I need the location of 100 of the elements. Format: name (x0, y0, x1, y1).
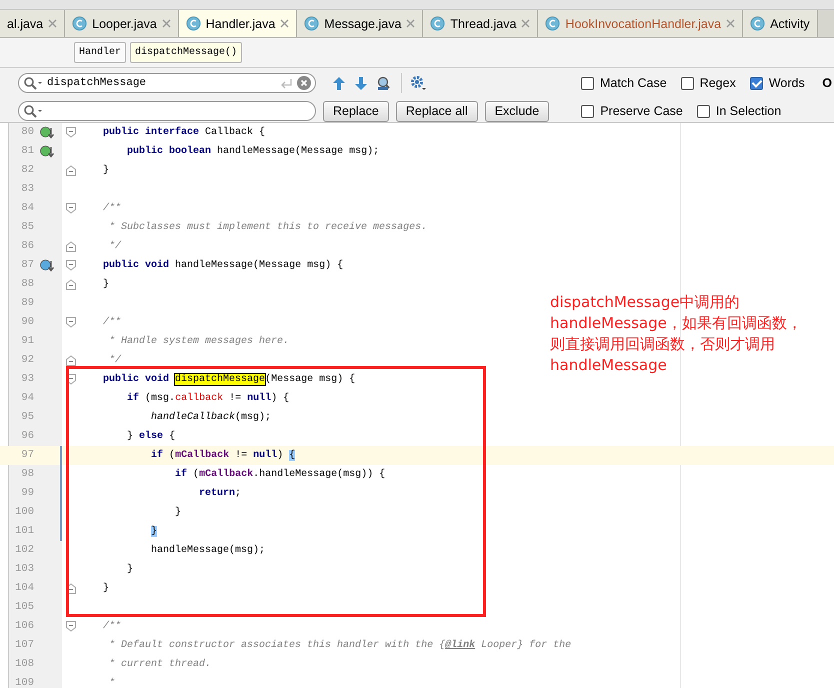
checkbox[interactable] (581, 104, 594, 118)
replace-field[interactable] (18, 101, 316, 121)
line-number: 99 (20, 486, 34, 501)
fold-icon[interactable] (66, 127, 76, 138)
option-label: O (822, 76, 832, 90)
code-line: * current thread. (108, 658, 212, 672)
editor-tab[interactable]: Handler.java (178, 10, 298, 37)
annotation-text: dispatchMessage中调用的 handleMessage，如果有回调函数， 则直接调用回调函数，否则才调用 handleMessage (550, 292, 802, 376)
code-line: if (mCallback != null) { (150, 448, 296, 463)
fold-icon[interactable] (66, 355, 76, 366)
exclude-button[interactable]: Exclude (484, 100, 550, 122)
class-icon (750, 16, 766, 31)
line-number: 103 (14, 562, 34, 577)
code-line: } (102, 164, 110, 178)
line-number: 109 (14, 676, 34, 688)
line-number: 86 (20, 239, 34, 254)
breadcrumb-item[interactable]: dispatchMessage() (130, 42, 242, 63)
line-number: 107 (14, 638, 34, 653)
line-number: 84 (20, 201, 34, 216)
code-line: * (108, 676, 116, 688)
close-icon[interactable] (48, 19, 58, 28)
replace-button[interactable]: Replace (323, 100, 389, 122)
close-icon[interactable] (521, 19, 530, 28)
code-line: } (102, 582, 110, 596)
editor-tab[interactable]: al.java (0, 10, 66, 37)
class-icon (186, 16, 201, 31)
code-line: handleMessage(msg); (150, 544, 266, 558)
arrow-up-icon[interactable] (332, 76, 346, 90)
editor-tab[interactable]: Thread.java (423, 10, 538, 37)
class-icon (72, 16, 88, 31)
editor-tab[interactable]: Message.java (297, 10, 424, 37)
line-number: 83 (20, 182, 34, 197)
fold-icon[interactable] (66, 279, 76, 290)
replace-all-button[interactable]: Replace all (396, 100, 478, 122)
option-label[interactable]: In Selection (716, 104, 782, 118)
class-icon (304, 16, 320, 31)
code-line: if (mCallback.handleMessage(msg)) { (174, 468, 386, 482)
search-field[interactable]: dispatchMessage (18, 73, 316, 93)
fold-icon[interactable] (66, 203, 76, 214)
code-line: } (174, 506, 182, 520)
option-label[interactable]: Preserve Case (600, 104, 683, 118)
close-icon[interactable] (162, 19, 171, 28)
code-line: public void dispatchMessage(Message msg) { (102, 372, 356, 387)
option-label[interactable]: Regex (700, 76, 736, 90)
line-number: 108 (14, 657, 34, 672)
code-line: /** (102, 202, 122, 216)
line-number: 101 (14, 524, 34, 539)
close-icon[interactable] (406, 19, 416, 28)
line-number: 95 (20, 410, 34, 425)
code-line: */ (108, 354, 122, 368)
search-icon[interactable] (23, 104, 43, 118)
clear-icon[interactable] (297, 76, 311, 90)
line-number: 80 (20, 125, 34, 140)
line-number: 97 (20, 448, 34, 463)
code-line: } (126, 562, 134, 577)
checkbox[interactable] (750, 76, 763, 90)
editor-tab[interactable]: Looper.java (65, 10, 179, 37)
line-number: 105 (14, 600, 34, 615)
line-number: 91 (20, 334, 34, 349)
fold-icon[interactable] (66, 241, 76, 252)
line-number: 106 (14, 619, 34, 634)
code-line: public boolean handleMessage(Message msg); (126, 144, 380, 159)
gear-icon[interactable] (410, 75, 427, 91)
line-number: 104 (14, 581, 34, 596)
close-icon[interactable] (280, 19, 290, 28)
class-icon (430, 16, 446, 31)
code-line: public void handleMessage(Message msg) { (102, 258, 344, 273)
editor-tab[interactable]: HookInvocationHandler.java (538, 10, 744, 37)
fold-icon[interactable] (66, 621, 76, 632)
fold-icon[interactable] (66, 317, 76, 328)
code-line: if (msg.callback != null) { (126, 392, 290, 406)
search-icon[interactable] (23, 76, 43, 90)
option-label[interactable]: Words (768, 76, 805, 90)
fold-icon[interactable] (66, 260, 76, 271)
line-number: 98 (20, 467, 34, 482)
code-line: handleCallback(msg); (150, 410, 272, 425)
line-number: 88 (20, 277, 34, 292)
arrow-down-icon[interactable] (354, 76, 368, 90)
code-line: return; (198, 487, 242, 501)
class-icon (545, 16, 560, 31)
code-line: */ (108, 240, 122, 254)
code-line: * Subclasses must implement this to receive messages. (108, 220, 428, 235)
editor-tab[interactable]: Activity (743, 10, 818, 37)
checkbox[interactable] (680, 76, 694, 90)
enter-icon (279, 76, 293, 90)
close-icon[interactable] (726, 19, 736, 28)
checkbox[interactable] (581, 76, 594, 90)
line-number: 93 (20, 372, 34, 387)
line-number: 94 (20, 391, 34, 406)
line-number: 81 (20, 144, 34, 159)
find-all-icon[interactable] (376, 76, 391, 90)
line-number: 87 (20, 258, 34, 273)
breadcrumb-item[interactable]: Handler (74, 42, 126, 63)
checkbox[interactable] (696, 104, 710, 118)
line-number: 82 (20, 163, 34, 178)
code-line: * Default constructor associates this handler with the {@link Looper} for the (108, 638, 572, 653)
line-number: 92 (20, 353, 34, 368)
option-label[interactable]: Match Case (600, 76, 667, 90)
fold-icon[interactable] (66, 165, 76, 176)
code-line: * Handle system messages here. (108, 334, 290, 349)
